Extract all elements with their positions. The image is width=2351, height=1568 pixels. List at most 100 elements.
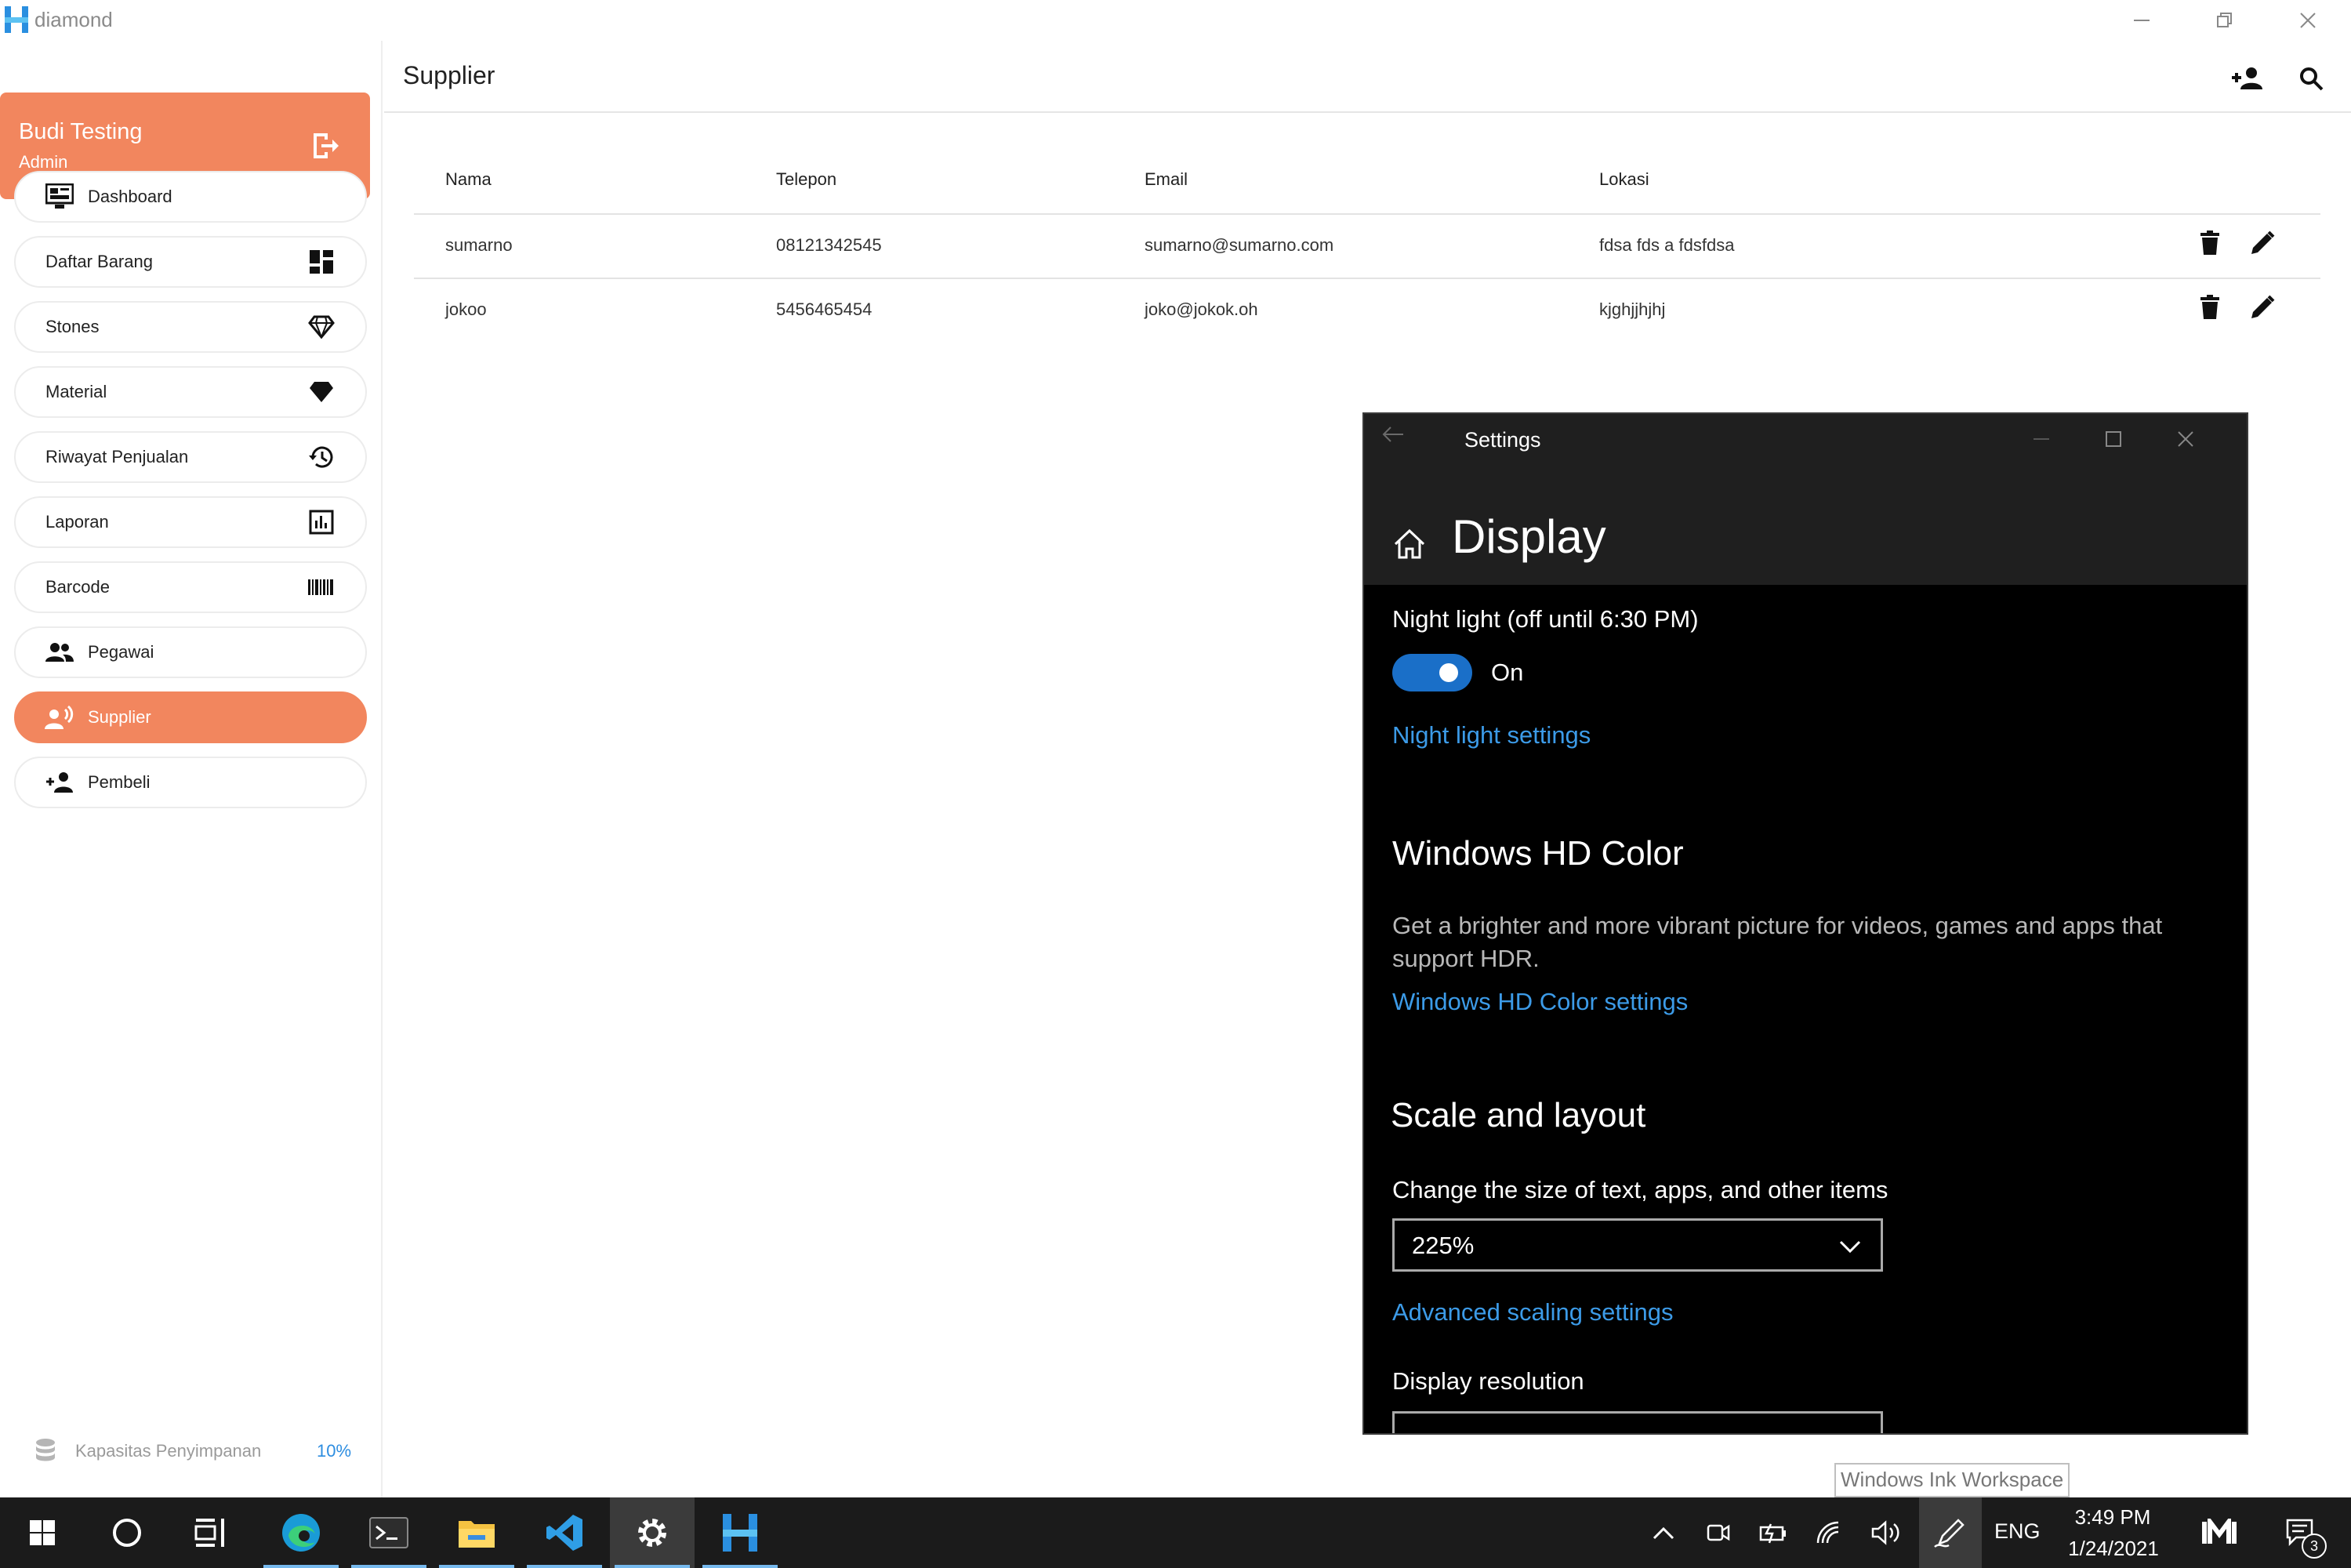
cell-lokasi: kjghjjhjhj	[1599, 299, 1666, 319]
delete-icon[interactable]	[2200, 295, 2220, 320]
clock-date[interactable]: 1/24/2021	[2059, 1537, 2168, 1561]
advanced-scaling-link[interactable]: Advanced scaling settings	[1392, 1298, 1673, 1327]
sidebar-item-barcode[interactable]: Barcode	[14, 561, 367, 613]
sidebar-item-label: Dashboard	[88, 187, 172, 206]
settings-close-button[interactable]	[2162, 422, 2209, 456]
chevron-down-icon	[1839, 1240, 1861, 1254]
night-light-toggle[interactable]	[1392, 654, 1472, 691]
column-header-telepon: Telepon	[776, 169, 837, 189]
resolution-dropdown[interactable]	[1392, 1411, 1883, 1433]
sidebar-item-stones[interactable]: Stones	[14, 301, 367, 353]
cell-email: sumarno@sumarno.com	[1145, 235, 1334, 255]
cell-nama: sumarno	[445, 235, 513, 255]
tray-pinned-app[interactable]	[2192, 1497, 2247, 1568]
restore-icon	[2217, 13, 2232, 27]
close-button[interactable]	[2284, 5, 2331, 36]
cell-nama: jokoo	[445, 299, 487, 319]
tray-ink-workspace[interactable]	[1919, 1497, 1982, 1568]
hdr-description: Get a brighter and more vibrant picture …	[1392, 912, 2163, 972]
restore-button[interactable]	[2201, 5, 2248, 36]
hdr-settings-link[interactable]: Windows HD Color settings	[1392, 988, 1688, 1016]
action-center-button[interactable]: 3	[2273, 1497, 2328, 1568]
search-button[interactable]	[2289, 56, 2333, 100]
sidebar-item-daftar-barang[interactable]: Daftar Barang	[14, 236, 367, 288]
edit-icon[interactable]	[2250, 295, 2275, 320]
taskbar-vscode[interactable]	[522, 1497, 607, 1568]
show-hidden-icons-button[interactable]	[1642, 1497, 1685, 1568]
terminal-icon	[369, 1517, 408, 1548]
sidebar-item-material[interactable]: Material	[14, 366, 367, 418]
settings-minimize-button[interactable]	[2018, 422, 2065, 456]
app-titlebar: diamond	[0, 0, 2351, 41]
task-view-button[interactable]	[169, 1497, 254, 1568]
folder-icon	[459, 1521, 495, 1548]
page-title: Supplier	[403, 61, 495, 89]
sidebar-item-dashboard[interactable]: Dashboard	[14, 171, 367, 223]
sidebar-item-pembeli[interactable]: Pembeli	[14, 757, 367, 808]
sidebar-item-riwayat-penjualan[interactable]: Riwayat Penjualan	[14, 431, 367, 483]
windows-logo-icon	[30, 1520, 55, 1545]
sidebar-item-supplier[interactable]: Supplier	[14, 691, 367, 743]
settings-maximize-button[interactable]	[2090, 422, 2137, 456]
notification-count-badge: 3	[2302, 1534, 2327, 1559]
back-arrow-icon[interactable]	[1381, 425, 1405, 444]
wifi-icon	[1816, 1521, 1839, 1544]
tray-battery[interactable]	[1751, 1497, 1795, 1568]
start-button[interactable]	[0, 1497, 85, 1568]
language-indicator[interactable]: ENG	[1994, 1519, 2041, 1544]
add-supplier-button[interactable]	[2225, 56, 2269, 100]
tray-volume[interactable]	[1864, 1497, 1908, 1568]
user-name: Budi Testing	[19, 119, 143, 144]
monitor-dashboard-icon	[44, 181, 75, 212]
history-icon	[306, 441, 337, 473]
sidebar-item-label: Daftar Barang	[45, 252, 153, 271]
sidebar-item-label: Material	[45, 382, 107, 401]
sidebar-item-pegawai[interactable]: Pegawai	[14, 626, 367, 678]
taskbar-edge[interactable]	[259, 1497, 343, 1568]
sidebar-item-label: Barcode	[45, 577, 110, 597]
app-logo-icon	[5, 6, 28, 33]
sidebar-item-laporan[interactable]: Laporan	[14, 496, 367, 548]
diamond-app-icon	[723, 1514, 757, 1552]
meet-now-icon	[1707, 1524, 1730, 1541]
diamond-outline-icon	[306, 311, 337, 343]
battery-charging-icon	[1759, 1523, 1786, 1544]
cell-lokasi: fdsa fds a fdsfdsa	[1599, 235, 1735, 255]
pen-ink-icon	[1934, 1519, 1965, 1548]
edit-icon[interactable]	[2250, 230, 2275, 256]
delete-icon[interactable]	[2200, 230, 2220, 256]
sidebar-item-label: Pembeli	[88, 772, 151, 792]
edge-browser-icon	[282, 1514, 320, 1552]
tray-network[interactable]	[1808, 1497, 1852, 1568]
barcode-icon	[306, 572, 337, 603]
chevron-up-icon	[1653, 1526, 1674, 1540]
gear-icon	[638, 1519, 666, 1547]
storage-label: Kapasitas Penyimpanan	[75, 1441, 262, 1461]
taskbar-settings[interactable]	[610, 1497, 695, 1568]
vscode-icon	[546, 1515, 582, 1551]
add-person-icon	[2232, 67, 2262, 89]
add-person-icon	[44, 767, 75, 798]
tray-meet-now[interactable]	[1696, 1497, 1740, 1568]
sidebar-item-label: Supplier	[88, 707, 151, 727]
taskbar-terminal[interactable]	[346, 1497, 431, 1568]
scale-dropdown[interactable]: 225%	[1392, 1218, 1883, 1272]
column-header-lokasi: Lokasi	[1599, 169, 1649, 189]
sidebar-item-label: Riwayat Penjualan	[45, 447, 189, 466]
cell-email: joko@jokok.oh	[1145, 299, 1258, 319]
search-cortana-button[interactable]	[85, 1497, 169, 1568]
cell-telepon: 08121342545	[776, 235, 882, 255]
cortana-circle-icon	[113, 1519, 141, 1547]
logout-icon[interactable]	[307, 129, 342, 163]
minimize-button[interactable]	[2118, 5, 2165, 36]
close-icon	[2300, 13, 2316, 28]
taskbar-diamond-app[interactable]	[698, 1497, 782, 1568]
storage-value: 10%	[317, 1441, 352, 1461]
clock-time[interactable]: 3:49 PM	[2070, 1505, 2156, 1530]
home-icon[interactable]	[1392, 527, 1427, 561]
row-divider	[414, 278, 2320, 279]
taskbar-file-explorer[interactable]	[434, 1497, 519, 1568]
night-light-settings-link[interactable]: Night light settings	[1392, 721, 1591, 750]
volume-icon	[1871, 1520, 1899, 1545]
app-name: diamond	[34, 8, 113, 31]
